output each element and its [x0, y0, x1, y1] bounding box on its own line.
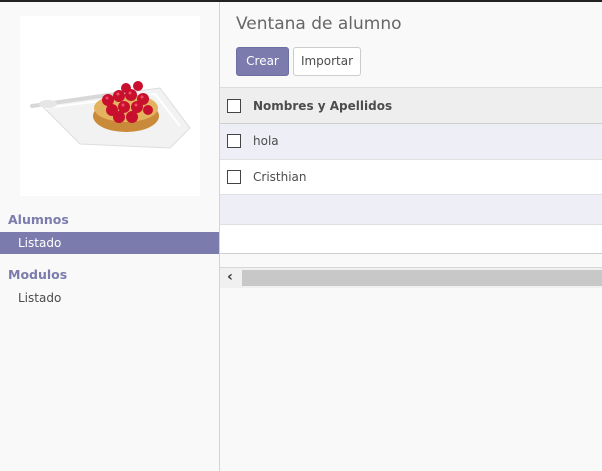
list-table: Nombres y Apellidos hola Cristhian — [220, 87, 602, 254]
sidebar-section-alumnos: Alumnos — [8, 212, 69, 227]
scrollbar-thumb[interactable] — [242, 270, 602, 286]
sidebar-item-modulos-listado[interactable]: Listado — [0, 287, 219, 309]
create-button[interactable]: Crear — [236, 47, 289, 76]
sidebar-item-alumnos-listado[interactable]: Listado — [0, 232, 219, 254]
main-content: Ventana de alumno Crear Importar Nombres… — [220, 2, 602, 471]
row-checkbox[interactable] — [227, 134, 241, 148]
company-logo — [20, 16, 200, 196]
scroll-left-arrow-icon[interactable]: ‹ — [220, 268, 240, 288]
column-header-nombres[interactable]: Nombres y Apellidos — [253, 99, 392, 113]
sidebar-section-modulos: Modulos — [8, 267, 68, 282]
page-title: Ventana de alumno — [236, 14, 402, 34]
row-checkbox[interactable] — [227, 170, 241, 184]
select-all-checkbox[interactable] — [227, 99, 241, 113]
table-cell-nombre[interactable]: hola — [253, 134, 279, 148]
import-button[interactable]: Importar — [293, 47, 361, 76]
horizontal-scrollbar[interactable]: ‹ — [220, 267, 602, 288]
table-header-row: Nombres y Apellidos — [220, 87, 602, 124]
sidebar: Alumnos Listado Modulos Listado — [0, 2, 220, 471]
empty-table-row — [220, 225, 602, 254]
table-cell-nombre[interactable]: Cristhian — [253, 170, 307, 184]
table-row[interactable]: Cristhian — [220, 160, 602, 195]
table-row[interactable]: hola — [220, 124, 602, 160]
empty-table-row — [220, 195, 602, 225]
